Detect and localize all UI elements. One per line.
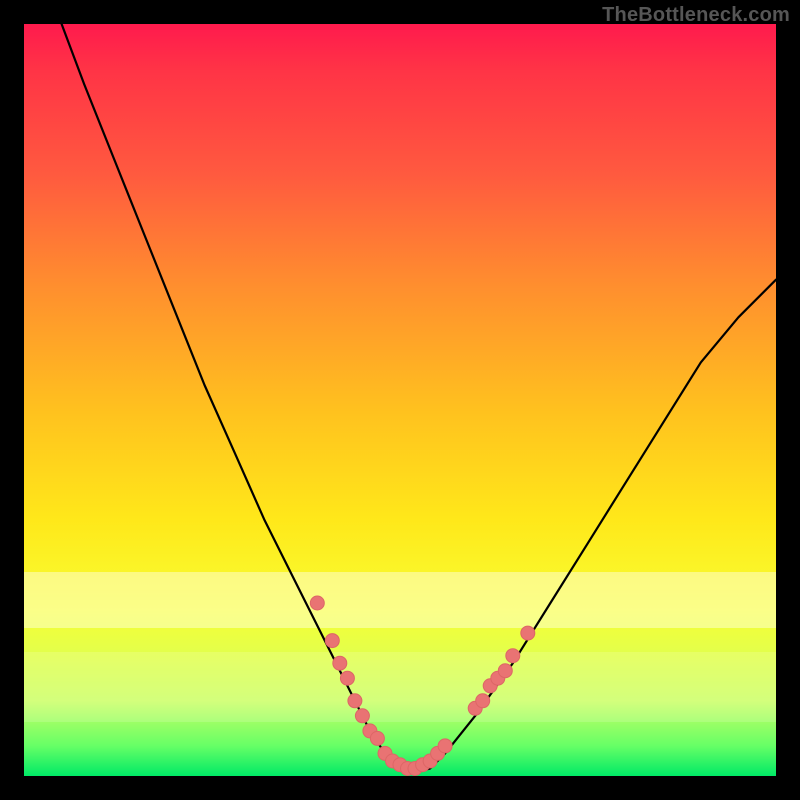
attribution-text: TheBottleneck.com bbox=[602, 4, 790, 27]
chart-frame: TheBottleneck.com bbox=[0, 0, 800, 800]
plot-area bbox=[24, 24, 776, 776]
highlight-band-upper bbox=[24, 572, 776, 628]
highlight-band-lower bbox=[24, 652, 776, 722]
